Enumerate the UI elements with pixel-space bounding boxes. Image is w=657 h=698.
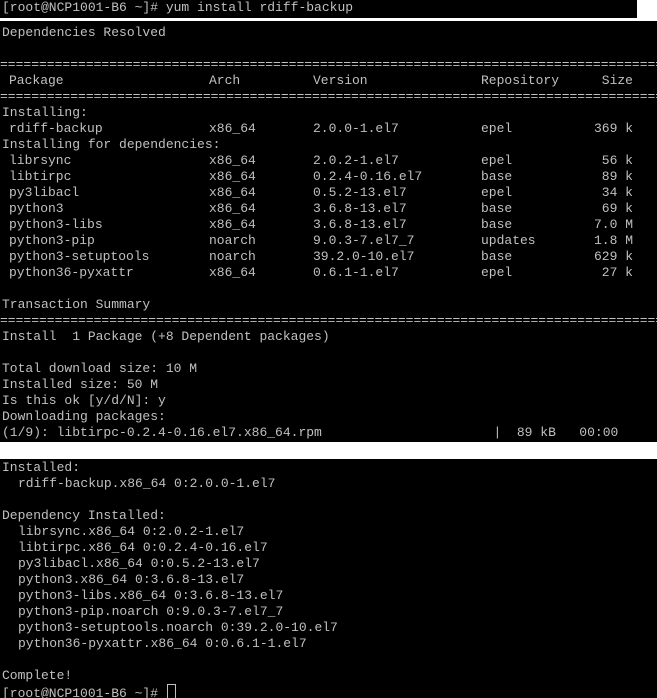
package-size: 369 k [593, 121, 633, 136]
col-header-repository: Repository [481, 73, 560, 88]
package-version: 9.0.3-7.el7_7 [313, 233, 415, 248]
package-version: 2.0.2-1.el7 [313, 153, 399, 168]
separator-rule: ========================================… [0, 313, 657, 328]
dependency-installed-item: librsync.x86_64 0:2.0.2-1.el7 [18, 524, 245, 539]
installed-size: Installed size: 50 M [2, 377, 159, 392]
package-arch: x86_64 [209, 265, 256, 280]
package-name: python3 [9, 201, 64, 216]
table-row: rdiff-backup x86_64 2.0.0-1.el7 epel 369… [0, 121, 657, 137]
col-header-arch: Arch [209, 73, 241, 88]
package-repo: epel [481, 121, 513, 136]
installed-item: rdiff-backup.x86_64 0:2.0.0-1.el7 [18, 476, 276, 491]
package-size: 69 k [601, 201, 633, 216]
package-arch: x86_64 [209, 185, 256, 200]
complete-message: Complete! [2, 668, 73, 683]
table-row: python3-libs x86_64 3.6.8-13.el7 base 7.… [0, 217, 657, 233]
table-row: libtirpc x86_64 0.2.4-0.16.el7 base 89 k [0, 169, 657, 185]
table-row: python3 x86_64 3.6.8-13.el7 base 69 k [0, 201, 657, 217]
dependency-installed-item: python3-libs.x86_64 0:3.6.8-13.el7 [18, 588, 284, 603]
package-version: 39.2.0-10.el7 [313, 249, 415, 264]
deps-label: Installing for dependencies: [2, 137, 221, 152]
package-name: rdiff-backup [9, 121, 103, 136]
transaction-summary-heading: Transaction Summary [2, 297, 151, 312]
installed-label: Installed: [2, 460, 81, 475]
text-cursor[interactable] [166, 684, 176, 698]
col-header-package: Package [9, 73, 64, 88]
dependency-installed-item: python3-pip.noarch 0:9.0.3-7.el7_7 [18, 604, 284, 619]
terminal-result-panel[interactable]: Installed: rdiff-backup.x86_64 0:2.0.0-1… [0, 459, 657, 698]
total-download-size: Total download size: 10 M [2, 361, 198, 376]
package-name: python36-pyxattr [9, 265, 134, 280]
dependency-installed-item: py3libacl.x86_64 0:0.5.2-13.el7 [18, 556, 260, 571]
package-size: 7.0 M [593, 217, 633, 232]
dependency-installed-item: libtirpc.x86_64 0:0.2.4-0.16.el7 [18, 540, 268, 555]
package-name: python3-pip [9, 233, 95, 248]
package-repo: epel [481, 153, 513, 168]
package-version: 3.6.8-13.el7 [313, 201, 407, 216]
dependency-installed-item: python36-pyxattr.x86_64 0:0.6.1-1.el7 [18, 636, 307, 651]
shell-prompt-line[interactable]: [root@NCP1001-B6 ~]# [0, 684, 657, 698]
dependency-installed-item: python3-setuptools.noarch 0:39.2.0-10.el… [18, 620, 338, 635]
download-progress-row: (1/9): libtirpc-0.2.4-0.16.el7.x86_64.rp… [2, 425, 619, 440]
confirm-prompt: Is this ok [y/d/N]: y [2, 393, 166, 408]
table-header: Package Arch Version Repository Size [0, 73, 657, 89]
package-size: 1.8 M [593, 233, 633, 248]
package-size: 89 k [601, 169, 633, 184]
downloading-packages-text: Downloading packages: [2, 409, 166, 424]
package-name: py3libacl [9, 185, 80, 200]
package-version: 0.2.4-0.16.el7 [313, 169, 423, 184]
package-repo: base [481, 169, 513, 184]
package-arch: x86_64 [209, 217, 256, 232]
terminal-transaction-panel[interactable]: Dependencies Resolved ==================… [0, 21, 657, 442]
package-size: 34 k [601, 185, 633, 200]
terminal-command-strip[interactable]: [root@NCP1001-B6 ~]# yum install rdiff-b… [0, 0, 637, 18]
table-row: py3libacl x86_64 0.5.2-13.el7 epel 34 k [0, 185, 657, 201]
table-row: python36-pyxattr x86_64 0.6.1-1.el7 epel… [0, 265, 657, 281]
package-arch: noarch [209, 233, 256, 248]
package-size: 629 k [593, 249, 633, 264]
table-row: librsync x86_64 2.0.2-1.el7 epel 56 k [0, 153, 657, 169]
package-size: 27 k [601, 265, 633, 280]
package-repo: updates [481, 233, 536, 248]
shell-prompt: [root@NCP1001-B6 ~]# [2, 686, 166, 698]
install-summary-line: Install 1 Package (+8 Dependent packages… [2, 329, 330, 344]
table-row: python3-setuptools noarch 39.2.0-10.el7 … [0, 249, 657, 265]
package-arch: x86_64 [209, 201, 256, 216]
col-header-version: Version [313, 73, 368, 88]
separator-rule: ========================================… [0, 57, 657, 72]
table-row: python3-pip noarch 9.0.3-7.el7_7 updates… [0, 233, 657, 249]
package-name: libtirpc [9, 169, 72, 184]
package-name: python3-setuptools [9, 249, 150, 264]
package-version: 2.0.0-1.el7 [313, 121, 399, 136]
package-version: 0.5.2-13.el7 [313, 185, 407, 200]
package-repo: base [481, 201, 513, 216]
package-repo: base [481, 249, 513, 264]
dependency-installed-label: Dependency Installed: [2, 508, 166, 523]
package-arch: noarch [209, 249, 256, 264]
package-size: 56 k [601, 153, 633, 168]
package-arch: x86_64 [209, 169, 256, 184]
command-prompt-line: [root@NCP1001-B6 ~]# yum install rdiff-b… [2, 0, 354, 15]
package-version: 3.6.8-13.el7 [313, 217, 407, 232]
installing-label: Installing: [2, 105, 88, 120]
package-repo: epel [481, 265, 513, 280]
package-name: librsync [9, 153, 72, 168]
col-header-size: Size [601, 73, 633, 88]
truncated-line [0, 441, 657, 442]
dependency-installed-item: python3.x86_64 0:3.6.8-13.el7 [18, 572, 245, 587]
package-repo: base [481, 217, 513, 232]
package-version: 0.6.1-1.el7 [313, 265, 399, 280]
package-name: python3-libs [9, 217, 103, 232]
package-repo: epel [481, 185, 513, 200]
package-arch: x86_64 [209, 153, 256, 168]
dependencies-resolved-text: Dependencies Resolved [2, 25, 166, 40]
separator-rule: ========================================… [0, 89, 657, 104]
package-arch: x86_64 [209, 121, 256, 136]
